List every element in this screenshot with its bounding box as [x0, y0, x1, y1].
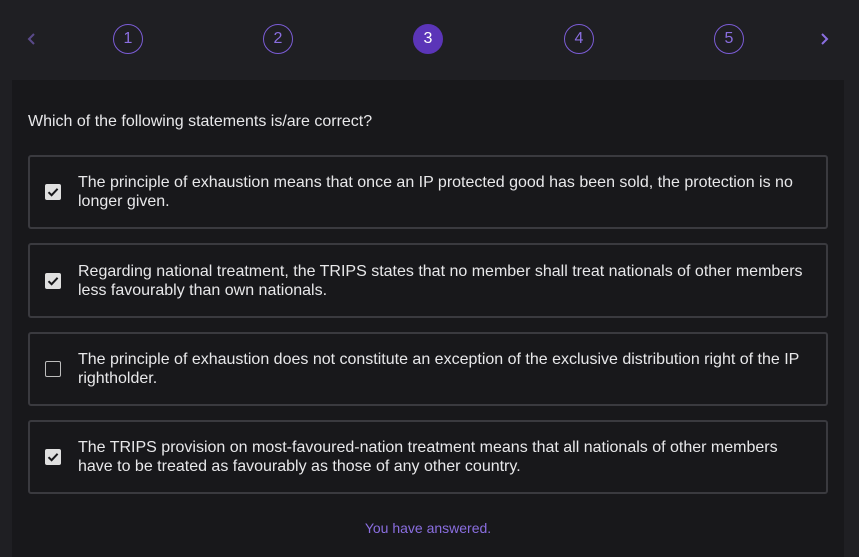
checkbox-checked-icon[interactable] [45, 184, 61, 200]
answer-option-4[interactable]: The TRIPS provision on most-favoured-nat… [28, 420, 828, 494]
chevron-left-icon[interactable] [22, 29, 42, 49]
step-1[interactable]: 1 [113, 24, 143, 54]
question-panel: Which of the following statements is/are… [12, 80, 844, 557]
step-2[interactable]: 2 [263, 24, 293, 54]
answer-option-text: The principle of exhaustion does not con… [78, 351, 800, 387]
answer-option-3[interactable]: The principle of exhaustion does not con… [28, 332, 828, 406]
chevron-right-icon[interactable] [814, 29, 834, 49]
answer-option-text: The principle of exhaustion means that o… [78, 174, 793, 210]
checkbox-checked-icon[interactable] [45, 449, 61, 465]
answer-option-2[interactable]: Regarding national treatment, the TRIPS … [28, 243, 828, 318]
answer-option-text: The TRIPS provision on most-favoured-nat… [78, 439, 778, 475]
step-3[interactable]: 3 [413, 24, 443, 54]
answer-option-text: Regarding national treatment, the TRIPS … [78, 262, 803, 299]
checkbox-checked-icon[interactable] [45, 272, 61, 289]
checkbox-unchecked-icon[interactable] [45, 361, 61, 377]
step-5[interactable]: 5 [714, 24, 744, 54]
question-text: Which of the following statements is/are… [28, 113, 373, 130]
answer-status: You have answered. [364, 520, 492, 536]
step-4[interactable]: 4 [564, 24, 594, 54]
question-stepper: 1 2 3 4 5 [0, 0, 859, 80]
answer-option-1[interactable]: The principle of exhaustion means that o… [28, 155, 828, 229]
